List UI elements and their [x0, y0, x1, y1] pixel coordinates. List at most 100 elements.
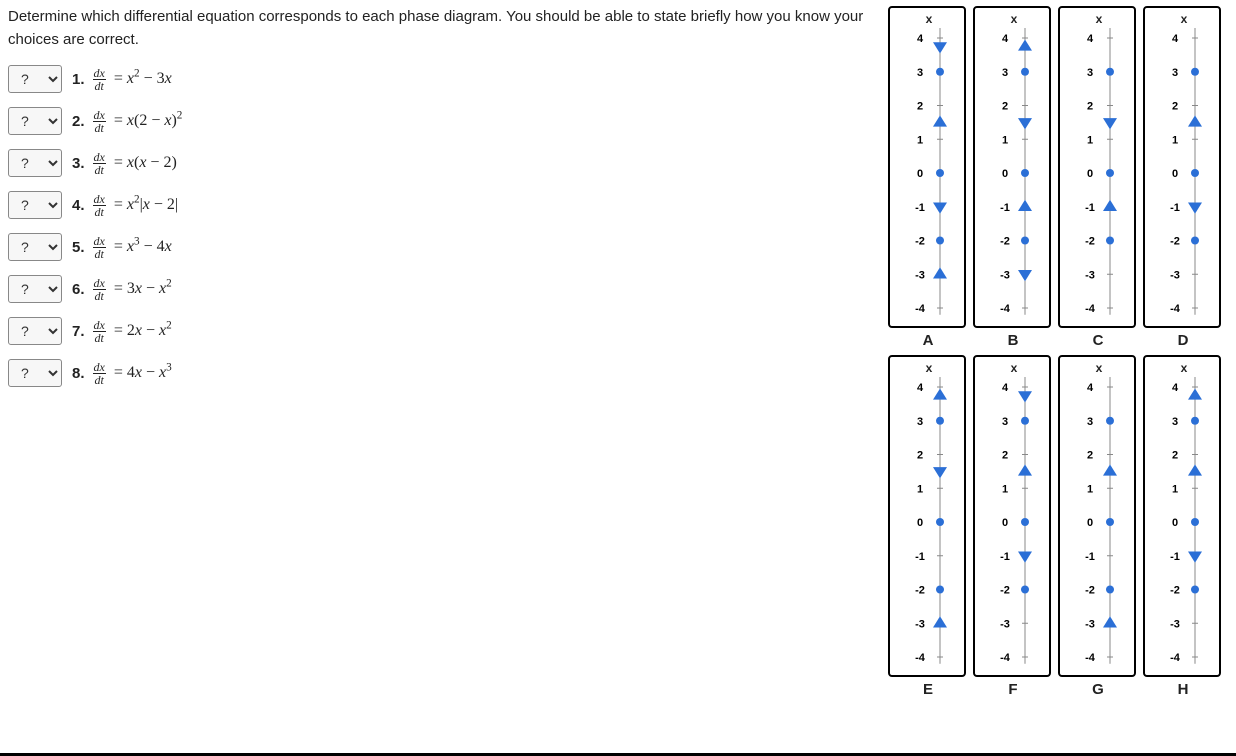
equilibrium-dot	[936, 586, 944, 594]
equilibrium-dot	[936, 417, 944, 425]
answer-select[interactable]: ?	[8, 275, 62, 303]
equation: dxdt = x2|x − 2|	[93, 193, 179, 218]
svg-text:0: 0	[1002, 168, 1008, 180]
svg-text:0: 0	[1087, 517, 1093, 529]
question-row: ?8.dxdt = 4x − x3	[8, 359, 878, 387]
svg-text:-3: -3	[1000, 269, 1010, 281]
svg-text:3: 3	[1172, 67, 1178, 79]
svg-text:-3: -3	[1170, 618, 1180, 630]
svg-text:2: 2	[917, 450, 923, 462]
arrow-down-icon	[1188, 203, 1202, 214]
svg-text:1: 1	[917, 134, 923, 146]
equilibrium-dot	[936, 68, 944, 76]
phase-diagram: x-4-3-2-101234F	[973, 355, 1053, 698]
svg-text:0: 0	[1172, 517, 1178, 529]
diagram-label: A	[888, 332, 968, 349]
svg-text:0: 0	[1002, 517, 1008, 529]
question-number: 3.	[72, 155, 85, 172]
axis-label: x	[1151, 361, 1217, 375]
equilibrium-dot	[1191, 237, 1199, 245]
question-prompt: Determine which differential equation co…	[8, 6, 878, 51]
svg-text:-1: -1	[1170, 202, 1180, 214]
arrow-up-icon	[1103, 464, 1117, 475]
svg-text:-1: -1	[1000, 551, 1010, 563]
answer-select[interactable]: ?	[8, 65, 62, 93]
svg-text:-1: -1	[1085, 202, 1095, 214]
axis-label: x	[1066, 361, 1132, 375]
svg-text:4: 4	[917, 33, 924, 45]
svg-text:4: 4	[1087, 33, 1094, 45]
answer-select[interactable]: ?	[8, 359, 62, 387]
arrow-up-icon	[1103, 616, 1117, 627]
svg-text:3: 3	[1087, 416, 1093, 428]
svg-text:-1: -1	[1085, 551, 1095, 563]
svg-text:-2: -2	[1000, 585, 1010, 597]
svg-text:1: 1	[1172, 134, 1178, 146]
svg-text:4: 4	[917, 382, 924, 394]
svg-text:-4: -4	[1000, 303, 1011, 315]
svg-text:1: 1	[917, 483, 923, 495]
diagram-label: H	[1143, 681, 1223, 698]
diagram-label: E	[888, 681, 968, 698]
question-number: 6.	[72, 281, 85, 298]
diagram-label: C	[1058, 332, 1138, 349]
diagram-label: D	[1143, 332, 1223, 349]
svg-text:-2: -2	[1170, 236, 1180, 248]
answer-select[interactable]: ?	[8, 317, 62, 345]
axis-label: x	[1066, 12, 1132, 26]
svg-text:-3: -3	[1085, 269, 1095, 281]
svg-text:-2: -2	[915, 236, 925, 248]
svg-text:-4: -4	[1085, 652, 1096, 664]
svg-text:-2: -2	[1085, 236, 1095, 248]
diagram-label: B	[973, 332, 1053, 349]
svg-text:-1: -1	[915, 202, 925, 214]
phase-diagram: x-4-3-2-101234D	[1143, 6, 1223, 349]
svg-text:2: 2	[1002, 450, 1008, 462]
arrow-down-icon	[933, 42, 947, 53]
question-row: ?6.dxdt = 3x − x2	[8, 275, 878, 303]
equilibrium-dot	[1191, 586, 1199, 594]
equilibrium-dot	[1021, 518, 1029, 526]
arrow-down-icon	[1018, 552, 1032, 563]
svg-text:-4: -4	[1085, 303, 1096, 315]
answer-select[interactable]: ?	[8, 233, 62, 261]
svg-text:1: 1	[1087, 134, 1093, 146]
svg-text:1: 1	[1002, 483, 1008, 495]
equilibrium-dot	[1021, 68, 1029, 76]
svg-text:3: 3	[1087, 67, 1093, 79]
equation: dxdt = x2 − 3x	[93, 67, 172, 92]
answer-select[interactable]: ?	[8, 107, 62, 135]
svg-text:1: 1	[1002, 134, 1008, 146]
answer-select[interactable]: ?	[8, 191, 62, 219]
svg-text:-1: -1	[1000, 202, 1010, 214]
answer-select[interactable]: ?	[8, 149, 62, 177]
svg-text:-2: -2	[915, 585, 925, 597]
equilibrium-dot	[1021, 586, 1029, 594]
svg-text:2: 2	[1172, 450, 1178, 462]
question-number: 7.	[72, 323, 85, 340]
diagram-label: F	[973, 681, 1053, 698]
svg-text:2: 2	[917, 101, 923, 113]
phase-diagram: x-4-3-2-101234H	[1143, 355, 1223, 698]
svg-text:4: 4	[1002, 382, 1009, 394]
svg-text:3: 3	[917, 416, 923, 428]
equilibrium-dot	[1106, 68, 1114, 76]
svg-text:2: 2	[1002, 101, 1008, 113]
arrow-up-icon	[933, 267, 947, 278]
arrow-up-icon	[933, 616, 947, 627]
arrow-up-icon	[1188, 388, 1202, 399]
equilibrium-dot	[1191, 68, 1199, 76]
svg-text:-4: -4	[1000, 652, 1011, 664]
arrow-down-icon	[1018, 118, 1032, 129]
svg-text:-3: -3	[1000, 618, 1010, 630]
question-number: 5.	[72, 239, 85, 256]
question-row: ?1.dxdt = x2 − 3x	[8, 65, 878, 93]
svg-text:2: 2	[1087, 450, 1093, 462]
arrow-down-icon	[1018, 270, 1032, 281]
svg-text:-4: -4	[915, 652, 926, 664]
svg-text:2: 2	[1087, 101, 1093, 113]
svg-text:3: 3	[1002, 67, 1008, 79]
svg-text:-4: -4	[1170, 303, 1181, 315]
svg-text:-3: -3	[1085, 618, 1095, 630]
arrow-up-icon	[1188, 115, 1202, 126]
